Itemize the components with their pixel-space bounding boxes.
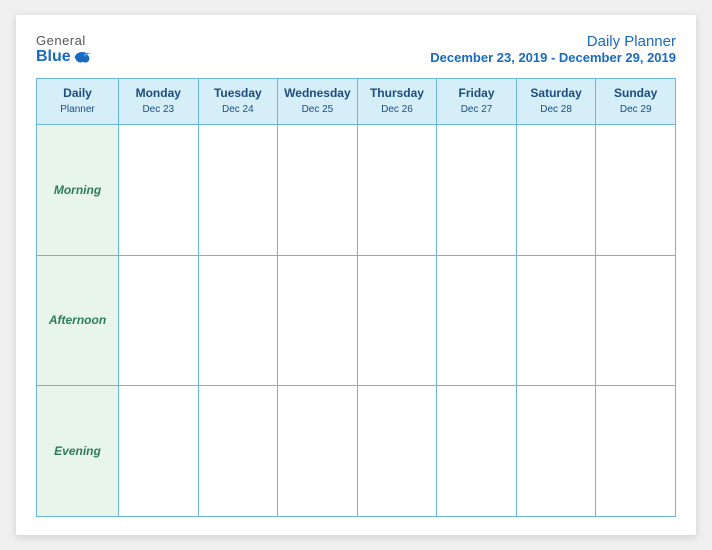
- header: General Blue Daily Planner December 23, …: [36, 33, 676, 66]
- cell-morning-day5[interactable]: [516, 124, 596, 255]
- planner-dates: December 23, 2019 - December 29, 2019: [430, 50, 676, 65]
- cell-morning-day6[interactable]: [596, 124, 676, 255]
- cell-evening-day1[interactable]: [198, 386, 278, 517]
- logo-blue-text: Blue: [36, 48, 91, 66]
- col-header-saturday: Saturday Dec 28: [516, 79, 596, 125]
- row-afternoon: Afternoon: [37, 255, 676, 386]
- logo-bird-icon: [73, 50, 91, 64]
- col-header-thursday: Thursday Dec 26: [357, 79, 437, 125]
- planner-title: Daily Planner: [430, 33, 676, 50]
- cell-afternoon-day1[interactable]: [198, 255, 278, 386]
- cell-morning-day3[interactable]: [357, 124, 437, 255]
- cell-afternoon-day0[interactable]: [119, 255, 199, 386]
- col-header-tuesday: Tuesday Dec 24: [198, 79, 278, 125]
- title-block: Daily Planner December 23, 2019 - Decemb…: [430, 33, 676, 65]
- cell-evening-day5[interactable]: [516, 386, 596, 517]
- row-label-afternoon: Afternoon: [37, 255, 119, 386]
- col-header-wednesday: Wednesday Dec 25: [278, 79, 358, 125]
- cell-morning-day1[interactable]: [198, 124, 278, 255]
- row-morning: Morning: [37, 124, 676, 255]
- row-evening: Evening: [37, 386, 676, 517]
- cell-evening-day0[interactable]: [119, 386, 199, 517]
- logo: General Blue: [36, 33, 91, 66]
- cell-afternoon-day2[interactable]: [278, 255, 358, 386]
- page: General Blue Daily Planner December 23, …: [16, 15, 696, 535]
- calendar-table: Daily Planner Monday Dec 23 Tuesday Dec …: [36, 78, 676, 517]
- col-header-label: Daily Planner: [37, 79, 119, 125]
- col-header-friday: Friday Dec 27: [437, 79, 517, 125]
- cell-afternoon-day6[interactable]: [596, 255, 676, 386]
- col-header-sunday: Sunday Dec 29: [596, 79, 676, 125]
- cell-evening-day6[interactable]: [596, 386, 676, 517]
- row-label-morning: Morning: [37, 124, 119, 255]
- cell-afternoon-day3[interactable]: [357, 255, 437, 386]
- row-label-evening: Evening: [37, 386, 119, 517]
- logo-general-text: General: [36, 33, 86, 48]
- cell-morning-day4[interactable]: [437, 124, 517, 255]
- cell-evening-day4[interactable]: [437, 386, 517, 517]
- col-header-monday: Monday Dec 23: [119, 79, 199, 125]
- cell-morning-day0[interactable]: [119, 124, 199, 255]
- cell-morning-day2[interactable]: [278, 124, 358, 255]
- header-row: Daily Planner Monday Dec 23 Tuesday Dec …: [37, 79, 676, 125]
- cell-evening-day2[interactable]: [278, 386, 358, 517]
- cell-evening-day3[interactable]: [357, 386, 437, 517]
- cell-afternoon-day5[interactable]: [516, 255, 596, 386]
- cell-afternoon-day4[interactable]: [437, 255, 517, 386]
